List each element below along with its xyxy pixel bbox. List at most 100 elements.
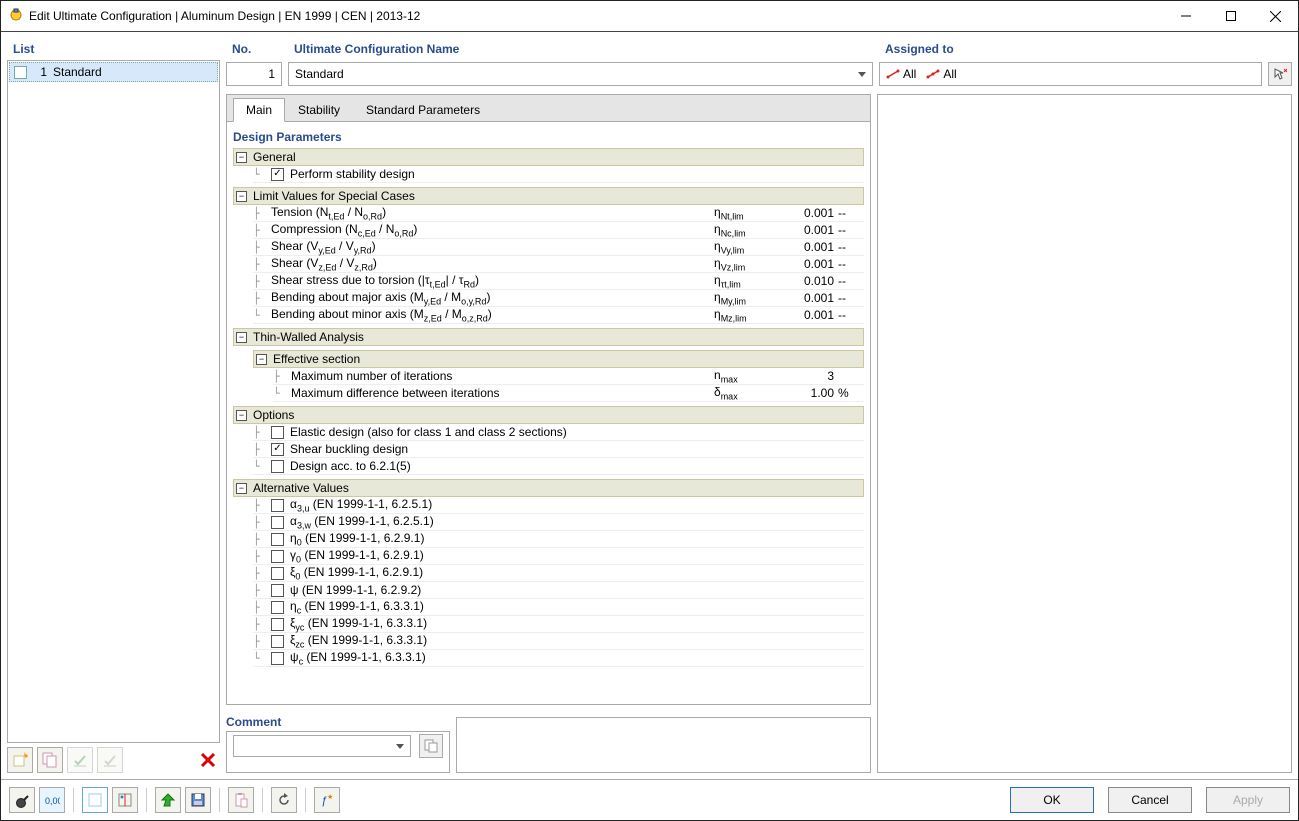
alt-label: γ0 (EN 1999-1-1, 6.2.9.1) bbox=[290, 548, 714, 564]
param-value[interactable]: 0.010 bbox=[774, 274, 838, 288]
load-button[interactable] bbox=[155, 787, 181, 813]
tab-standard-parameters[interactable]: Standard Parameters bbox=[353, 98, 493, 122]
option-row: ├✓Shear buckling design bbox=[253, 441, 864, 458]
alt-label: ξ0 (EN 1999-1-1, 6.2.9.1) bbox=[290, 565, 714, 581]
assigned-title: Assigned to bbox=[879, 38, 1292, 60]
tab-main[interactable]: Main bbox=[233, 98, 285, 122]
checkbox-perform-stability[interactable]: ✓ bbox=[271, 168, 284, 181]
comment-library-button[interactable] bbox=[419, 734, 443, 758]
alt-checkbox[interactable] bbox=[271, 567, 284, 580]
group-effective-section[interactable]: − Effective section bbox=[253, 350, 864, 368]
param-symbol: ηNt,lim bbox=[714, 205, 774, 221]
option-label: Elastic design (also for class 1 and cla… bbox=[290, 425, 714, 439]
group-alternative-values[interactable]: − Alternative Values bbox=[233, 479, 864, 497]
param-symbol: ηMz,lim bbox=[714, 307, 774, 323]
param-symbol: ηMy,lim bbox=[714, 290, 774, 306]
list-item-glyph-icon bbox=[14, 66, 27, 79]
collapse-icon[interactable]: − bbox=[256, 354, 267, 365]
option-checkbox[interactable] bbox=[271, 426, 284, 439]
alt-label: ξyc (EN 1999-1-1, 6.3.3.1) bbox=[290, 616, 714, 632]
param-symbol: ητt,lim bbox=[714, 273, 774, 289]
assigned-to-field[interactable]: All All bbox=[879, 62, 1262, 86]
alt-checkbox[interactable] bbox=[271, 601, 284, 614]
param-value[interactable]: 0.001 bbox=[774, 223, 838, 237]
alt-row: ├ξ0 (EN 1999-1-1, 6.2.9.1) bbox=[253, 565, 864, 582]
copy-config-button[interactable] bbox=[37, 747, 63, 773]
param-unit: -- bbox=[838, 308, 864, 322]
param-value[interactable]: 1.00 bbox=[774, 386, 838, 400]
save-button[interactable] bbox=[185, 787, 211, 813]
param-unit: -- bbox=[838, 274, 864, 288]
group-options[interactable]: − Options bbox=[233, 406, 864, 424]
alt-row: ├ηc (EN 1999-1-1, 6.3.3.1) bbox=[253, 599, 864, 616]
group-thin-walled[interactable]: − Thin-Walled Analysis bbox=[233, 328, 864, 346]
delete-config-button[interactable] bbox=[196, 748, 220, 772]
name-title: Ultimate Configuration Name bbox=[288, 38, 873, 60]
alt-checkbox[interactable] bbox=[271, 584, 284, 597]
alt-checkbox[interactable] bbox=[271, 499, 284, 512]
alt-row: ├α3,w (EN 1999-1-1, 6.2.5.1) bbox=[253, 514, 864, 531]
alt-label: α3,w (EN 1999-1-1, 6.2.5.1) bbox=[290, 514, 714, 530]
collapse-icon[interactable]: − bbox=[236, 332, 247, 343]
option-label: Shear buckling design bbox=[290, 442, 714, 456]
alt-label: η0 (EN 1999-1-1, 6.2.9.1) bbox=[290, 531, 714, 547]
tab-stability[interactable]: Stability bbox=[285, 98, 353, 122]
option-label: Design acc. to 6.2.1(5) bbox=[290, 459, 714, 473]
group-general[interactable]: − General bbox=[233, 148, 864, 166]
exclude-button[interactable] bbox=[97, 747, 123, 773]
list-title: List bbox=[7, 38, 220, 60]
apply-button: Apply bbox=[1206, 787, 1290, 813]
alt-label: ψ (EN 1999-1-1, 6.2.9.2) bbox=[290, 583, 714, 597]
param-value[interactable]: 0.001 bbox=[774, 257, 838, 271]
app-icon bbox=[9, 8, 23, 25]
view-mode-2-button[interactable] bbox=[112, 787, 138, 813]
limit-row: └Bending about minor axis (Mz,Ed / Mo,z,… bbox=[253, 307, 864, 324]
alt-row: ├ψ (EN 1999-1-1, 6.2.9.2) bbox=[253, 582, 864, 599]
units-button[interactable]: 0,00 bbox=[39, 787, 65, 813]
param-value[interactable]: 0.001 bbox=[774, 240, 838, 254]
alt-label: ηc (EN 1999-1-1, 6.3.3.1) bbox=[290, 599, 714, 615]
alt-label: α3,u (EN 1999-1-1, 6.2.5.1) bbox=[290, 497, 714, 513]
thin-row: └Maximum difference between iterationsδm… bbox=[273, 385, 864, 402]
select-objects-button[interactable] bbox=[1268, 62, 1292, 86]
no-title: No. bbox=[226, 38, 282, 60]
param-value[interactable]: 3 bbox=[774, 369, 838, 383]
include-button[interactable] bbox=[67, 747, 93, 773]
close-button[interactable] bbox=[1253, 2, 1298, 31]
collapse-icon[interactable]: − bbox=[236, 152, 247, 163]
view-mode-1-button[interactable] bbox=[82, 787, 108, 813]
group-limit-values[interactable]: − Limit Values for Special Cases bbox=[233, 187, 864, 205]
name-combobox[interactable]: Standard bbox=[288, 62, 873, 86]
comment-combobox[interactable] bbox=[233, 735, 411, 757]
param-value[interactable]: 0.001 bbox=[774, 206, 838, 220]
collapse-icon[interactable]: − bbox=[236, 410, 247, 421]
chevron-down-icon bbox=[396, 744, 404, 749]
option-checkbox[interactable] bbox=[271, 460, 284, 473]
collapse-icon[interactable]: − bbox=[236, 191, 247, 202]
cancel-button[interactable]: Cancel bbox=[1108, 787, 1192, 813]
alt-checkbox[interactable] bbox=[271, 550, 284, 563]
script-button[interactable]: ƒ★ bbox=[314, 787, 340, 813]
alt-row: └ψc (EN 1999-1-1, 6.3.3.1) bbox=[253, 650, 864, 667]
help-button[interactable] bbox=[9, 787, 35, 813]
alt-checkbox[interactable] bbox=[271, 652, 284, 665]
alt-checkbox[interactable] bbox=[271, 533, 284, 546]
list-item[interactable]: 1 Standard bbox=[9, 62, 218, 82]
maximize-button[interactable] bbox=[1208, 2, 1253, 31]
minimize-button[interactable] bbox=[1163, 2, 1208, 31]
alt-checkbox[interactable] bbox=[271, 635, 284, 648]
svg-text:★: ★ bbox=[327, 793, 333, 801]
option-checkbox[interactable]: ✓ bbox=[271, 443, 284, 456]
collapse-icon[interactable]: − bbox=[236, 483, 247, 494]
param-value[interactable]: 0.001 bbox=[774, 291, 838, 305]
new-config-button[interactable] bbox=[7, 747, 33, 773]
ok-button[interactable]: OK bbox=[1010, 787, 1094, 813]
config-list[interactable]: 1 Standard bbox=[7, 60, 220, 743]
clipboard-button[interactable] bbox=[228, 787, 254, 813]
reset-button[interactable] bbox=[271, 787, 297, 813]
alt-checkbox[interactable] bbox=[271, 618, 284, 631]
alt-checkbox[interactable] bbox=[271, 516, 284, 529]
limit-row: ├Bending about major axis (My,Ed / Mo,y,… bbox=[253, 290, 864, 307]
number-field[interactable]: 1 bbox=[226, 62, 282, 86]
param-value[interactable]: 0.001 bbox=[774, 308, 838, 322]
